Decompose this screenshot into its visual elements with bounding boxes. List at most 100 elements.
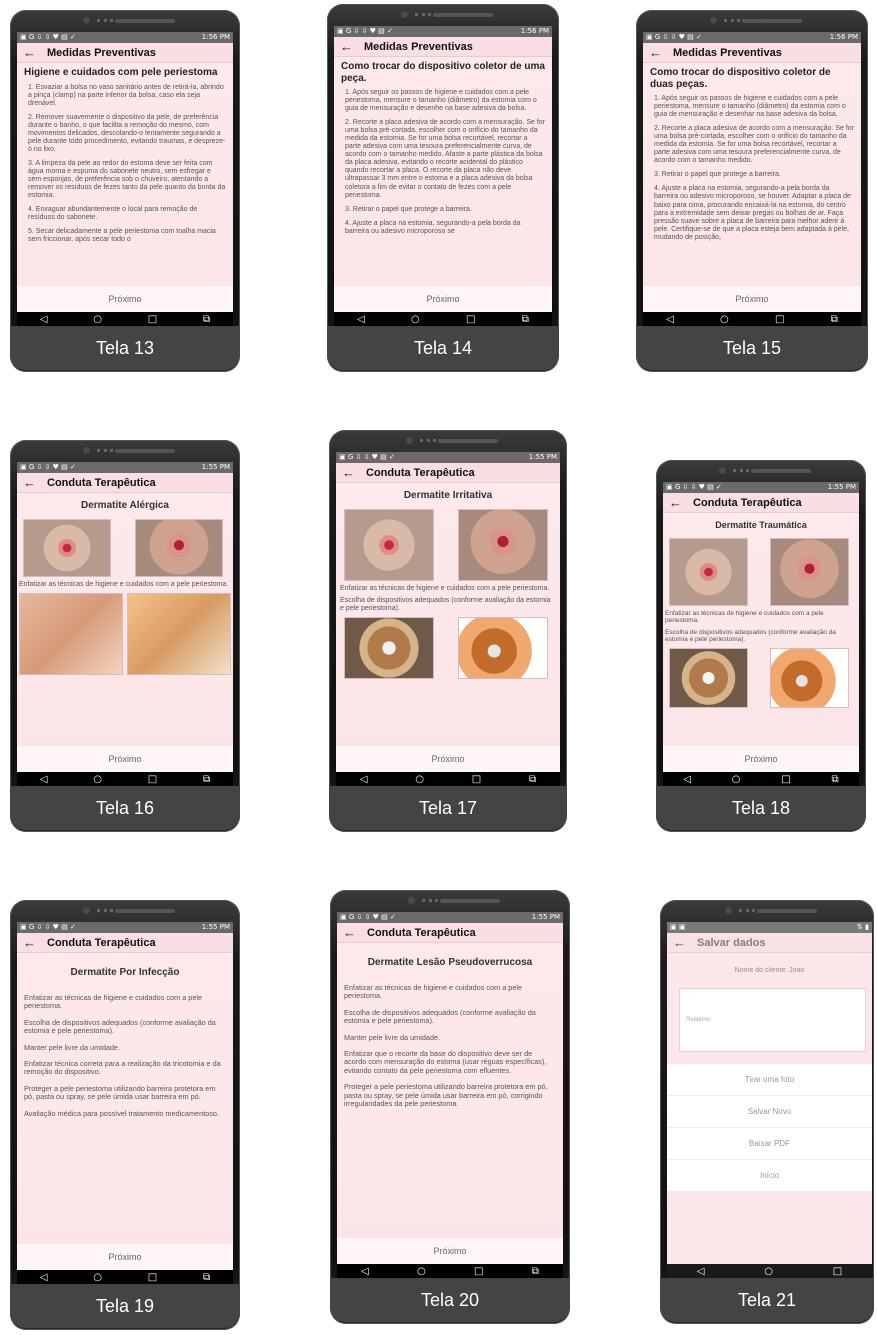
content: Dermatite Por Infecção Enfatizar as técn…: [17, 953, 233, 1130]
screen-caption: Tela 16: [10, 786, 240, 830]
nav-home-icon[interactable]: ○: [93, 1272, 102, 1283]
content: Como trocar do dispositivo coletor de du…: [643, 63, 861, 252]
paragraph: 3. Retirar o papel que protege a barreir…: [345, 205, 472, 213]
next-button[interactable]: Próximo: [337, 1238, 563, 1264]
nav-home-icon[interactable]: ○: [720, 314, 729, 325]
page-title: Medidas Preventivas: [364, 40, 473, 53]
phone-tela-18: ▣ G ⇩ ⇩ ♥ ▤ ✓ 1:55 PM ← Conduta Terapêuti…: [656, 460, 866, 832]
status-icons: ▣ G ⇩ ⇩ ♥ ▤ ✓: [20, 923, 76, 931]
take-photo-button[interactable]: Tirar uma foto: [667, 1064, 872, 1096]
next-button[interactable]: Próximo: [17, 1244, 233, 1270]
paragraph: Escolha de dispositivos adequados (confo…: [344, 1007, 536, 1026]
paragraph: 4. Ajuste a placa na estomia, segurando-…: [345, 219, 521, 235]
client-name-label: Nome do cliente: Joao: [734, 967, 805, 974]
paragraph: Avaliação médica para possível tratament…: [24, 1108, 219, 1118]
patient-photo: [127, 593, 231, 676]
back-arrow-icon[interactable]: ←: [669, 495, 693, 510]
dual-window-icon[interactable]: ⧉: [203, 1272, 210, 1283]
back-arrow-icon[interactable]: ←: [343, 925, 367, 940]
nav-home-icon[interactable]: ○: [732, 774, 741, 785]
nav-recent-icon[interactable]: □: [474, 1266, 483, 1277]
nav-back-icon[interactable]: ◁: [666, 314, 674, 325]
paragraph: 1. Esvaziar a bolsa no vaso sanitário an…: [28, 83, 224, 107]
report-input[interactable]: Relatório: [679, 988, 866, 1052]
save-new-button[interactable]: Salvar Novo: [667, 1096, 872, 1128]
screen: ▣ G ⇩ ⇩ ♥ ▤ ✓ 1:55 PM ← Conduta Terapêuti…: [17, 922, 233, 1270]
nav-bar: ◁ ○ □ ⧉: [337, 1264, 563, 1278]
paragraph: Enfatizar as técnicas de higiene e cuida…: [19, 581, 229, 588]
next-button[interactable]: Próximo: [643, 286, 861, 312]
dual-window-icon[interactable]: ⧉: [529, 774, 536, 785]
app-bar: ← Medidas Preventivas: [643, 43, 861, 63]
nav-home-icon[interactable]: ○: [415, 774, 424, 785]
nav-recent-icon[interactable]: □: [466, 314, 475, 325]
nav-recent-icon[interactable]: □: [833, 1266, 842, 1277]
content: Higiene e cuidados com pele periestoma 1…: [17, 63, 233, 254]
status-icons-right: ⇅ ▮: [857, 923, 869, 931]
back-arrow-icon[interactable]: ←: [673, 935, 697, 950]
back-arrow-icon[interactable]: ←: [23, 45, 47, 60]
home-button[interactable]: Início: [667, 1160, 872, 1192]
content: Dermatite Traumática Enfatizar as técnic…: [663, 520, 859, 708]
sensor-dots: [420, 439, 436, 443]
paragraph: Enfatizar que o recorte da base do dispo…: [344, 1048, 547, 1075]
paragraph: 4. Enxaguar abundantemente o local para …: [28, 206, 198, 222]
speaker: [751, 469, 811, 473]
back-arrow-icon[interactable]: ←: [649, 45, 673, 60]
status-bar: ▣ G ⇩ ⇩ ♥ ▤ ✓ 1:56 PM: [334, 26, 552, 37]
nav-recent-icon[interactable]: □: [472, 774, 481, 785]
nav-home-icon[interactable]: ○: [417, 1266, 426, 1277]
nav-back-icon[interactable]: ◁: [40, 1272, 48, 1283]
nav-back-icon[interactable]: ◁: [357, 314, 365, 325]
next-button[interactable]: Próximo: [17, 286, 233, 312]
page-title: Conduta Terapêutica: [366, 466, 475, 479]
download-pdf-button[interactable]: Baixar PDF: [667, 1128, 872, 1160]
stoma-photo: [669, 538, 749, 606]
nav-back-icon[interactable]: ◁: [40, 774, 48, 785]
nav-recent-icon[interactable]: □: [148, 774, 157, 785]
nav-recent-icon[interactable]: □: [781, 774, 790, 785]
next-button[interactable]: Próximo: [17, 746, 233, 772]
dual-window-icon[interactable]: ⧉: [532, 1266, 539, 1277]
dual-window-icon[interactable]: ⧉: [831, 774, 838, 785]
screen-caption: Tela 15: [636, 326, 868, 370]
nav-back-icon[interactable]: ◁: [360, 774, 368, 785]
next-button[interactable]: Próximo: [334, 286, 552, 312]
dual-window-icon[interactable]: ⧉: [522, 314, 529, 325]
nav-recent-icon[interactable]: □: [775, 314, 784, 325]
dual-window-icon[interactable]: ⧉: [203, 774, 210, 785]
nav-home-icon[interactable]: ○: [764, 1266, 773, 1277]
nav-home-icon[interactable]: ○: [93, 314, 102, 325]
paragraph: Enfatizar as técnicas de higiene e cuida…: [665, 610, 824, 625]
dual-window-icon[interactable]: ⧉: [203, 314, 210, 325]
sensor-dots: [97, 449, 113, 453]
nav-home-icon[interactable]: ○: [93, 774, 102, 785]
back-arrow-icon[interactable]: ←: [23, 475, 47, 490]
content: Como trocar do dispositivo coletor de um…: [334, 57, 552, 246]
nav-back-icon[interactable]: ◁: [683, 774, 691, 785]
nav-recent-icon[interactable]: □: [148, 314, 157, 325]
next-button[interactable]: Próximo: [663, 746, 859, 772]
next-button[interactable]: Próximo: [336, 746, 560, 772]
status-time: 1:55 PM: [201, 463, 230, 471]
dual-window-icon[interactable]: ⧉: [831, 314, 838, 325]
nav-back-icon[interactable]: ◁: [40, 314, 48, 325]
back-arrow-icon[interactable]: ←: [23, 935, 47, 950]
page-title: Conduta Terapêutica: [47, 936, 156, 949]
nav-home-icon[interactable]: ○: [411, 314, 420, 325]
paragraph: 4. Ajuste a placa na estomia, segurando-…: [654, 185, 851, 241]
photo-row: [669, 538, 849, 606]
sensor-dots: [733, 469, 749, 473]
nav-back-icon[interactable]: ◁: [361, 1266, 369, 1277]
nav-recent-icon[interactable]: □: [148, 1272, 157, 1283]
status-icons: ▣ G ⇩ ⇩ ♥ ▤ ✓: [20, 463, 76, 471]
nav-back-icon[interactable]: ◁: [697, 1266, 705, 1277]
paragraph: Enfatizar as técnicas de higiene e cuida…: [340, 585, 550, 592]
app-bar: ← Medidas Preventivas: [334, 37, 552, 57]
back-arrow-icon[interactable]: ←: [342, 465, 366, 480]
phone-tela-21: ▣ ▣ ⇅ ▮ ← Salvar dados Nome do cliente: J…: [660, 900, 874, 1324]
patient-photo: [19, 593, 123, 676]
status-time: 1:55 PM: [531, 913, 560, 921]
stoma-photo: [23, 519, 111, 577]
back-arrow-icon[interactable]: ←: [340, 39, 364, 54]
